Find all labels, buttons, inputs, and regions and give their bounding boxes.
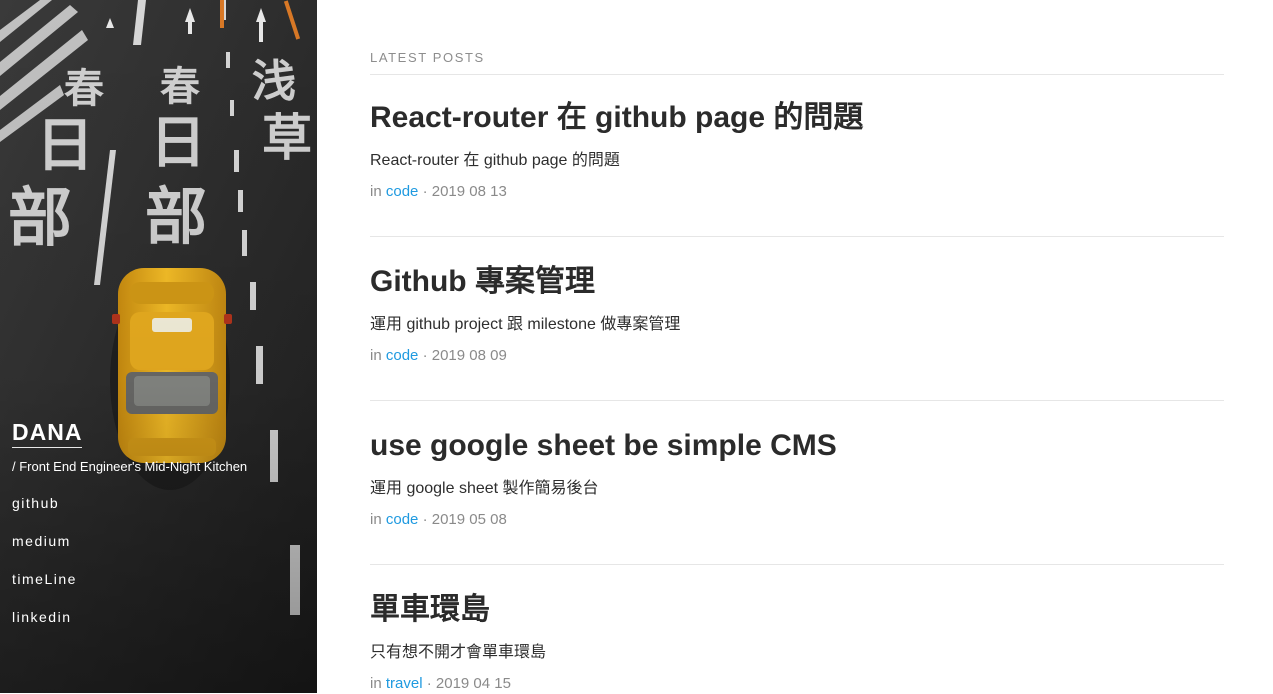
post-in-label: in [370, 183, 382, 200]
post-category-link[interactable]: code [386, 347, 419, 364]
site-name-link[interactable]: DANA [12, 418, 83, 448]
nav-link-linkedin[interactable]: linkedin [12, 607, 77, 627]
sidebar-nav: github medium timeLine linkedin [12, 493, 77, 645]
nav-link-medium[interactable]: medium [12, 531, 77, 551]
meta-separator: · [426, 675, 432, 692]
post-date: 2019 08 09 [431, 347, 507, 364]
post-title-link[interactable]: use google sheet be simple CMS [370, 426, 837, 466]
site-tagline: / Front End Engineer's Mid-Night Kitchen [12, 459, 248, 474]
post-item: Github 專案管理 運用 github project 跟 mileston… [370, 262, 1224, 427]
post-date: 2019 04 15 [435, 675, 511, 692]
post-description: 只有想不開才會單車環島 [370, 644, 547, 661]
post-divider [370, 400, 1224, 401]
post-item: use google sheet be simple CMS 運用 google… [370, 426, 1224, 591]
post-title-link[interactable]: Github 專案管理 [370, 262, 595, 302]
section-divider [370, 74, 1224, 75]
post-description: React-router 在 github page 的問題 [370, 152, 620, 169]
post-date: 2019 05 08 [431, 511, 507, 528]
post-in-label: in [370, 675, 382, 692]
nav-link-timeline[interactable]: timeLine [12, 569, 77, 589]
post-category-link[interactable]: code [386, 183, 419, 200]
post-description: 運用 github project 跟 milestone 做專案管理 [370, 316, 681, 333]
nav-link-github[interactable]: github [12, 493, 77, 513]
post-meta: in code · 2019 08 09 [370, 346, 507, 366]
meta-separator: · [422, 347, 428, 364]
post-meta: in code · 2019 05 08 [370, 510, 507, 530]
sidebar: 春 日 部 春 日 部 浅 草 DANA / Front End Enginee… [0, 0, 317, 693]
post-meta: in travel · 2019 04 15 [370, 674, 511, 694]
meta-separator: · [422, 511, 428, 528]
post-item: React-router 在 github page 的問題 React-rou… [370, 98, 1224, 263]
post-category-link[interactable]: code [386, 511, 419, 528]
post-in-label: in [370, 511, 382, 528]
section-title: LATEST POSTS [370, 50, 485, 65]
post-in-label: in [370, 347, 382, 364]
meta-separator: · [422, 183, 428, 200]
post-meta: in code · 2019 08 13 [370, 182, 507, 202]
post-divider [370, 564, 1224, 565]
post-title-link[interactable]: 單車環島 [370, 590, 490, 630]
post-divider [370, 236, 1224, 237]
post-date: 2019 08 13 [431, 183, 507, 200]
post-item: 單車環島 只有想不開才會單車環島 in travel · 2019 04 15 [370, 590, 1224, 693]
post-category-link[interactable]: travel [386, 675, 423, 692]
post-title-link[interactable]: React-router 在 github page 的問題 [370, 98, 863, 138]
post-description: 運用 google sheet 製作簡易後台 [370, 480, 599, 497]
